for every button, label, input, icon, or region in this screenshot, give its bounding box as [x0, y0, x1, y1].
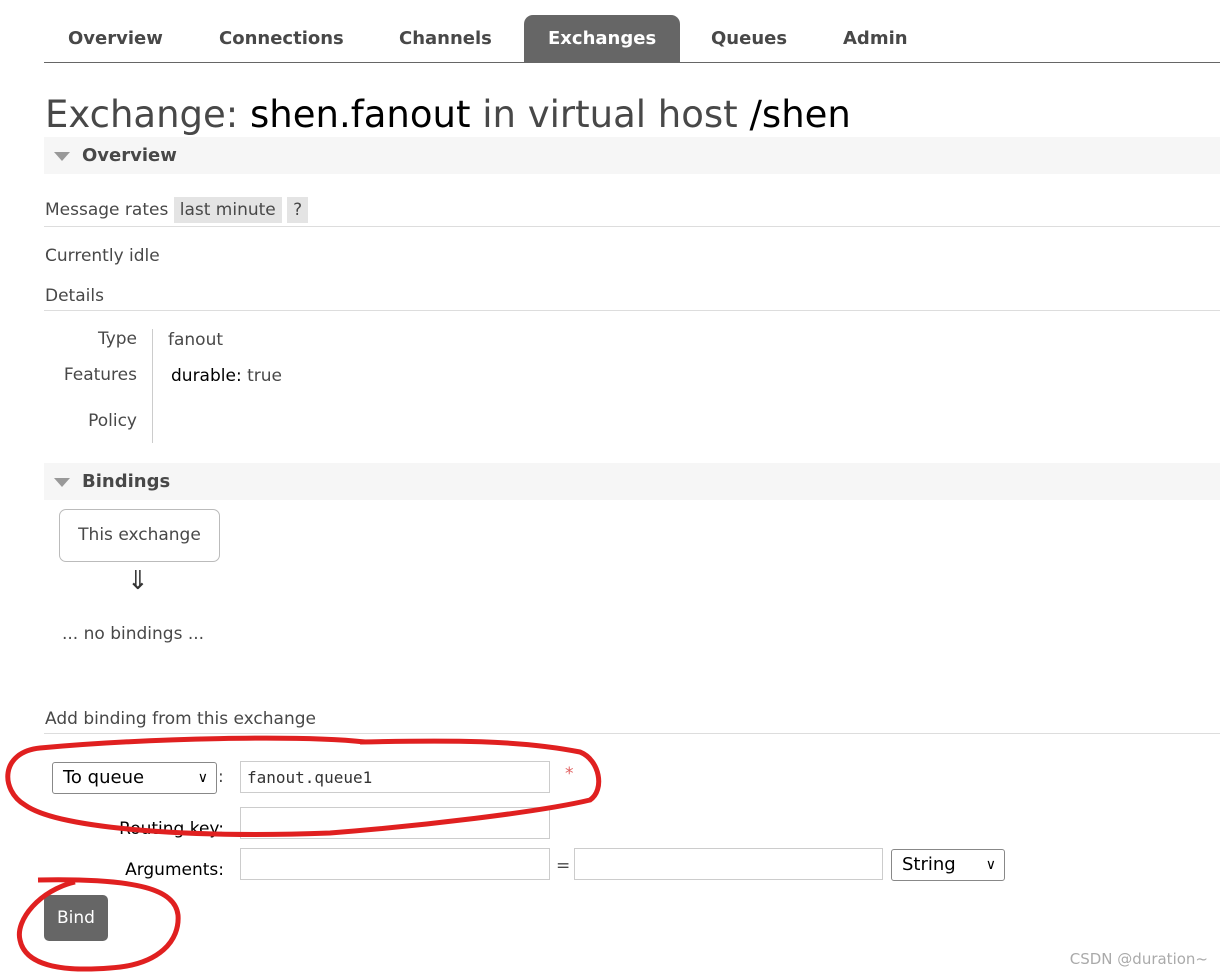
- watermark: CSDN @duration~: [1069, 950, 1208, 968]
- annotation-circle-bind: [16, 877, 181, 972]
- red-annotation-marks: [5, 735, 602, 972]
- annotation-ellipse-destination: [5, 735, 602, 837]
